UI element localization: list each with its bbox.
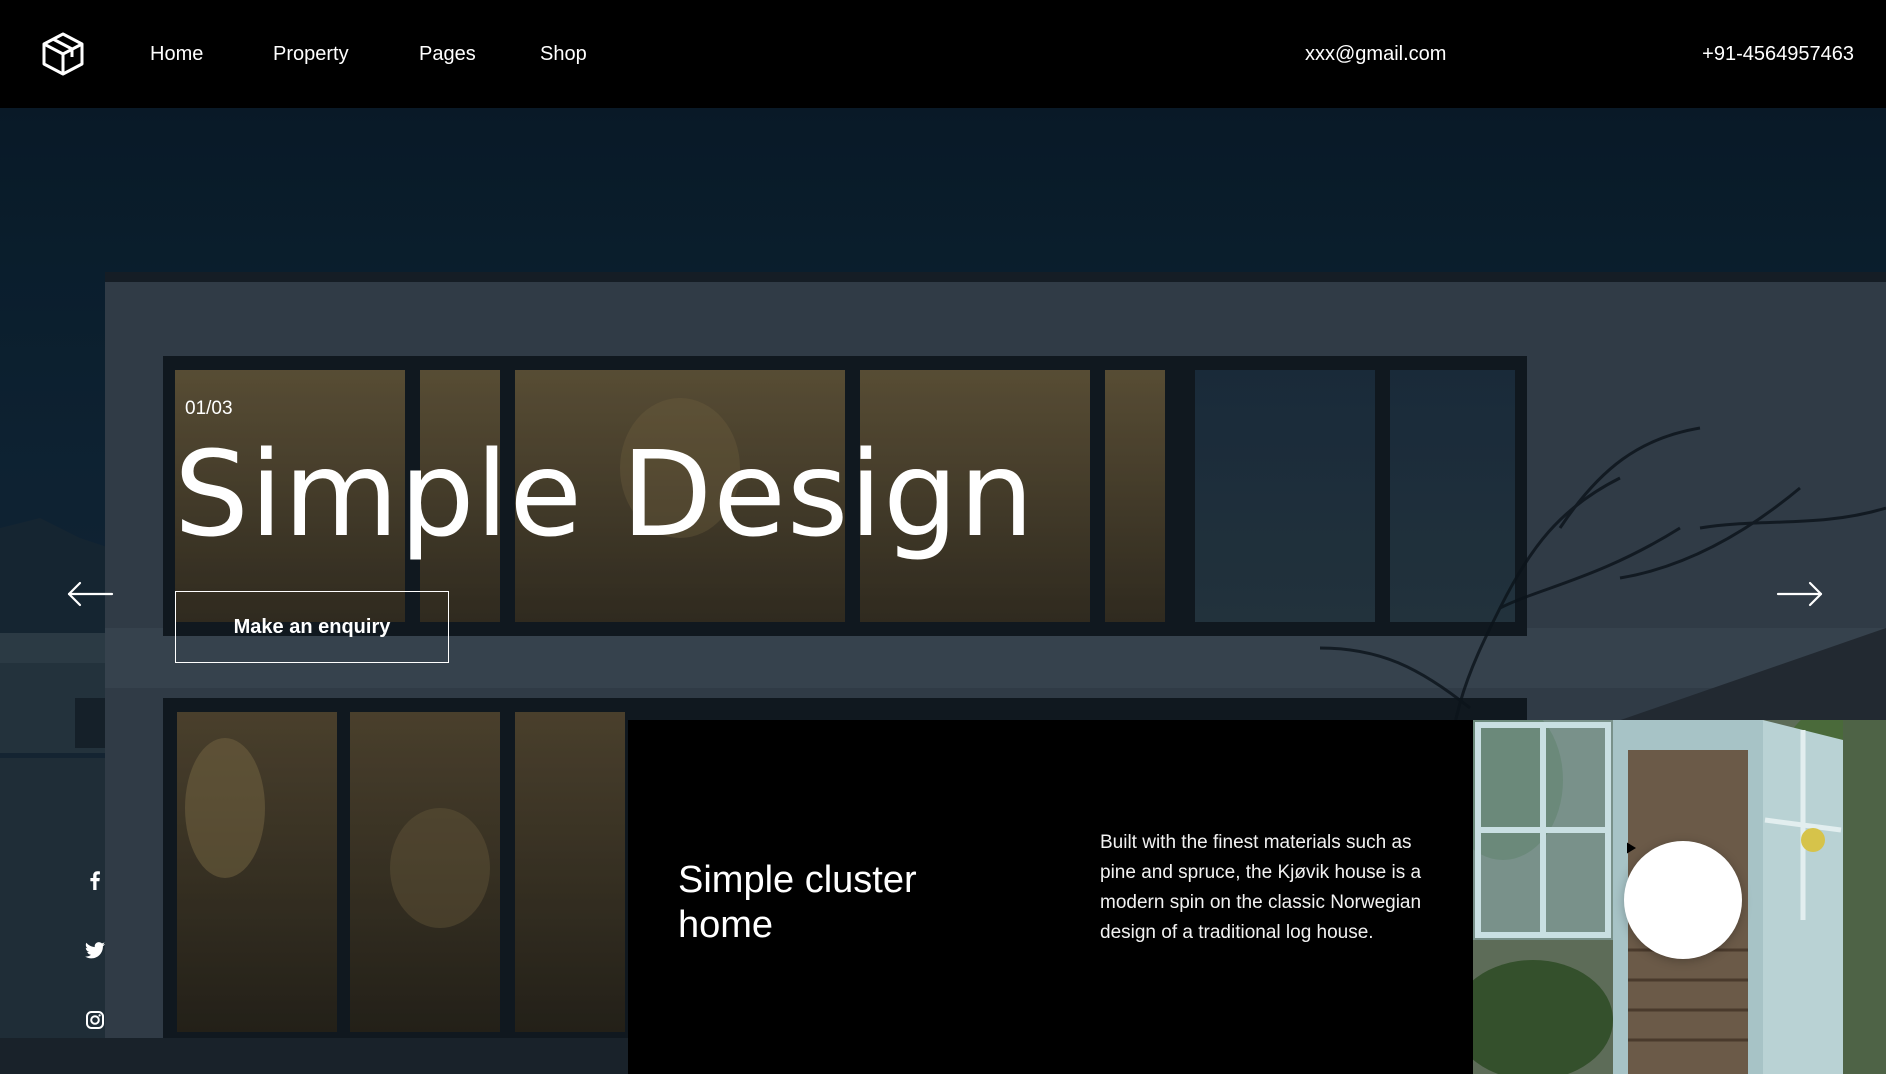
instagram-icon[interactable]	[84, 1009, 106, 1031]
hero-title: Simple Design	[174, 425, 1035, 563]
property-info-card: Simple cluster home Built with the fines…	[628, 720, 1473, 1074]
nav-home[interactable]: Home	[150, 42, 203, 66]
card-description: Built with the finest materials such as …	[1100, 832, 1422, 943]
facebook-icon[interactable]	[84, 869, 106, 891]
cube-logo-icon[interactable]	[40, 31, 86, 77]
card-title-line1: Simple cluster	[678, 859, 917, 901]
nav-property[interactable]: Property	[273, 42, 349, 66]
video-thumbnail[interactable]	[1473, 720, 1886, 1074]
page: Home Property Pages Shop xxx@gmail.com +…	[0, 0, 1886, 1074]
top-header: Home Property Pages Shop xxx@gmail.com +…	[0, 0, 1886, 108]
twitter-icon[interactable]	[84, 939, 106, 961]
nav-pages[interactable]: Pages	[419, 42, 476, 66]
card-title: Simple cluster home	[678, 858, 978, 948]
contact-phone[interactable]: +91-4564957463	[1702, 42, 1854, 66]
make-enquiry-button[interactable]: Make an enquiry	[175, 591, 449, 663]
arrow-left-icon[interactable]	[66, 580, 114, 608]
play-button[interactable]	[1624, 841, 1742, 959]
slide-counter: 01/03	[185, 398, 233, 419]
card-title-line2: home	[678, 904, 774, 946]
nav-shop[interactable]: Shop	[540, 42, 587, 66]
play-icon	[1627, 842, 1636, 854]
arrow-right-icon[interactable]	[1776, 580, 1824, 608]
contact-email[interactable]: xxx@gmail.com	[1305, 42, 1446, 66]
